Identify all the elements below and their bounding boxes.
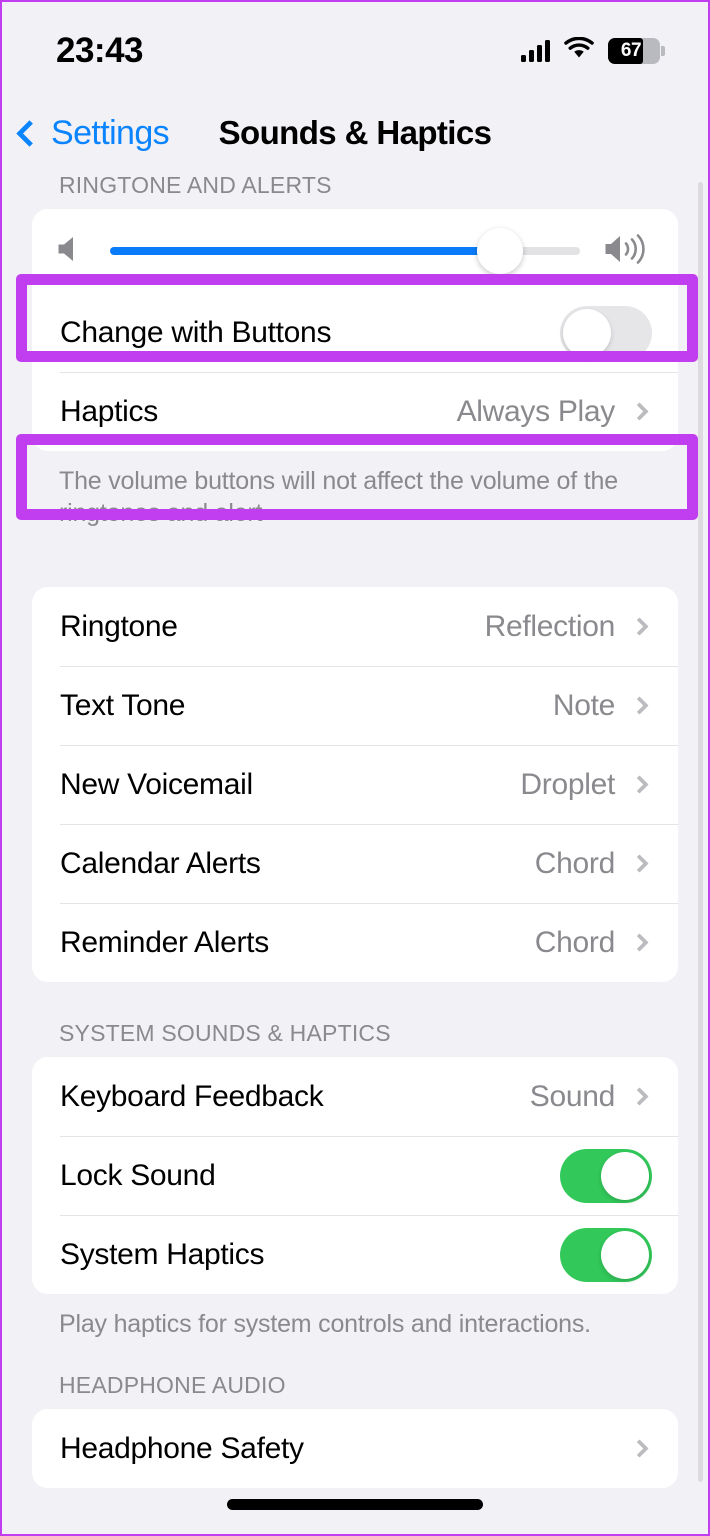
status-bar-time: 23:43 (56, 31, 144, 70)
speaker-high-icon (602, 231, 656, 272)
section-header-system: SYSTEM SOUNDS & HAPTICS (59, 1020, 391, 1046)
row-value-new-voicemail: Droplet (520, 767, 615, 801)
row-label-lock-sound: Lock Sound (60, 1158, 216, 1192)
row-value-text-tone: Note (552, 688, 615, 722)
chevron-right-icon (630, 617, 649, 636)
toggle-knob (601, 1230, 649, 1279)
chevron-left-icon (16, 119, 43, 147)
row-keyboard-feedback[interactable]: Keyboard Feedback Sound (32, 1057, 678, 1136)
row-value-haptics: Always Play (456, 394, 616, 428)
row-label-change-with-buttons: Change with Buttons (60, 315, 332, 349)
vertical-scrollbar[interactable] (698, 182, 703, 1482)
row-ringtone[interactable]: Ringtone Reflection (32, 587, 678, 666)
toggle-system-haptics[interactable] (560, 1227, 652, 1282)
sounds-card: Ringtone Reflection Text Tone Note New V… (32, 587, 678, 982)
chevron-right-icon (630, 1439, 649, 1458)
row-label-calendar-alerts: Calendar Alerts (60, 846, 261, 880)
toggle-knob (601, 1151, 649, 1200)
row-calendar-alerts[interactable]: Calendar Alerts Chord (32, 824, 678, 903)
row-haptics[interactable]: Haptics Always Play (32, 372, 678, 451)
row-headphone-safety[interactable]: Headphone Safety (32, 1409, 678, 1488)
footer-note-system: Play haptics for system controls and int… (59, 1310, 591, 1338)
footer-note-ringtone: The volume buttons will not affect the v… (59, 467, 618, 527)
chevron-right-icon (630, 696, 649, 715)
battery-icon: 67 (608, 38, 665, 64)
wifi-icon (564, 36, 594, 65)
row-label-headphone-safety: Headphone Safety (60, 1431, 304, 1465)
ringer-volume-slider[interactable] (110, 228, 580, 274)
back-button-label: Settings (51, 113, 170, 152)
row-change-with-buttons[interactable]: Change with Buttons (32, 293, 678, 372)
home-indicator (227, 1499, 483, 1510)
toggle-lock-sound[interactable] (560, 1148, 652, 1203)
back-button[interactable]: Settings (16, 113, 170, 153)
row-label-ringtone: Ringtone (60, 609, 178, 643)
settings-scroll-view[interactable]: RINGTONE AND ALERTS Change with Buttons … (2, 172, 708, 1488)
speaker-low-icon (54, 232, 88, 271)
row-system-haptics[interactable]: System Haptics (32, 1215, 678, 1294)
chevron-right-icon (630, 1087, 649, 1106)
toggle-change-with-buttons[interactable] (560, 305, 652, 360)
row-value-calendar-alerts: Chord (534, 846, 616, 880)
row-text-tone[interactable]: Text Tone Note (32, 666, 678, 745)
battery-percent-label: 67 (620, 40, 642, 61)
row-label-text-tone: Text Tone (60, 688, 186, 722)
chevron-right-icon (630, 933, 649, 952)
row-label-haptics: Haptics (60, 394, 158, 428)
cellular-bars-icon (521, 40, 550, 62)
row-reminder-alerts[interactable]: Reminder Alerts Chord (32, 903, 678, 982)
system-sounds-card: Keyboard Feedback Sound Lock Sound Syste… (32, 1057, 678, 1294)
status-bar: 23:43 67 (2, 2, 708, 94)
section-header-ringtone: RINGTONE AND ALERTS (59, 172, 332, 198)
ringtone-card: Change with Buttons Haptics Always Play (32, 209, 678, 451)
row-label-reminder-alerts: Reminder Alerts (60, 925, 269, 959)
slider-thumb[interactable] (477, 228, 524, 274)
row-label-new-voicemail: New Voicemail (60, 767, 253, 801)
ringer-volume-slider-row[interactable] (32, 209, 678, 293)
section-header-headphone: HEADPHONE AUDIO (59, 1372, 286, 1398)
headphone-card: Headphone Safety (32, 1409, 678, 1488)
row-value-reminder-alerts: Chord (534, 925, 616, 959)
slider-fill (110, 247, 501, 255)
row-lock-sound[interactable]: Lock Sound (32, 1136, 678, 1215)
row-value-keyboard-feedback: Sound (529, 1079, 616, 1113)
status-bar-indicators: 67 (521, 31, 665, 65)
toggle-knob (563, 308, 611, 357)
row-label-system-haptics: System Haptics (60, 1237, 265, 1271)
chevron-right-icon (630, 775, 649, 794)
row-label-keyboard-feedback: Keyboard Feedback (60, 1079, 324, 1113)
row-value-ringtone: Reflection (484, 609, 616, 643)
navigation-bar: Settings Sounds & Haptics (2, 94, 708, 172)
chevron-right-icon (630, 854, 649, 873)
chevron-right-icon (630, 402, 649, 421)
row-new-voicemail[interactable]: New Voicemail Droplet (32, 745, 678, 824)
